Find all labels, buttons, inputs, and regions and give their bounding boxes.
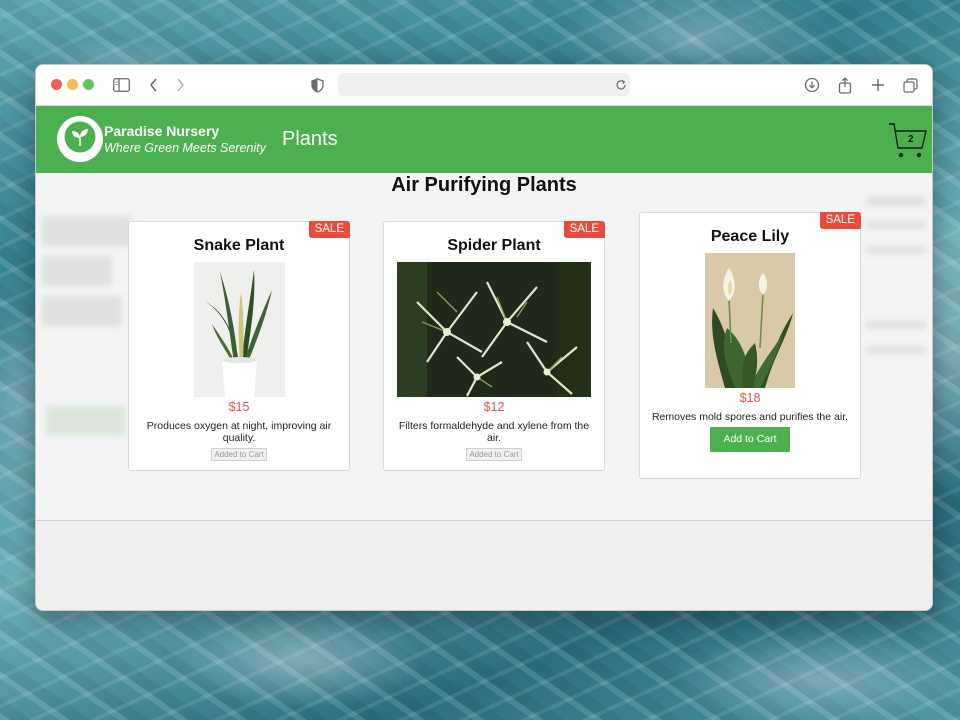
product-name: Snake Plant bbox=[193, 237, 285, 254]
added-to-cart-button[interactable]: Added to Cart bbox=[211, 448, 267, 461]
forward-icon[interactable] bbox=[170, 75, 190, 95]
cart-count-badge: 2 bbox=[908, 134, 914, 145]
product-price: $15 bbox=[228, 400, 250, 414]
peace-lily-image bbox=[705, 253, 795, 388]
logo[interactable] bbox=[57, 116, 103, 162]
product-description: Produces oxygen at night, improving air … bbox=[146, 420, 332, 444]
address-bar[interactable] bbox=[338, 73, 630, 96]
web-page: Paradise Nursery Where Green Meets Seren… bbox=[36, 106, 932, 610]
reload-icon[interactable] bbox=[611, 75, 631, 95]
category-heading: Air Purifying Plants bbox=[391, 174, 577, 196]
zoom-window-button[interactable] bbox=[83, 79, 94, 90]
new-tab-icon[interactable] bbox=[868, 75, 888, 95]
added-to-cart-button[interactable]: Added to Cart bbox=[466, 448, 522, 461]
brand-name[interactable]: Paradise Nursery bbox=[104, 123, 219, 139]
product-price: $18 bbox=[739, 391, 761, 405]
product-card-snake-plant: SALE Snake Plant $15 Produces oxygen at … bbox=[128, 221, 350, 471]
sale-badge: SALE bbox=[308, 221, 350, 238]
faded-text-block bbox=[866, 221, 926, 229]
spider-plant-image bbox=[397, 262, 591, 397]
product-price: $12 bbox=[483, 400, 505, 414]
browser-toolbar bbox=[36, 65, 932, 106]
product-description: Filters formaldehyde and xylene from the… bbox=[398, 420, 590, 444]
back-icon[interactable] bbox=[144, 75, 164, 95]
privacy-shield-icon[interactable] bbox=[307, 75, 327, 95]
faded-button-block bbox=[46, 406, 126, 436]
sidebar-toggle-icon[interactable] bbox=[111, 75, 131, 95]
sprout-logo-icon bbox=[63, 120, 97, 159]
browser-window: Paradise Nursery Where Green Meets Seren… bbox=[35, 64, 933, 611]
faded-heading-block bbox=[42, 256, 112, 286]
faded-heading-block bbox=[42, 296, 122, 326]
sale-badge: SALE bbox=[563, 221, 605, 238]
share-icon[interactable] bbox=[835, 75, 855, 95]
faded-heading-block bbox=[42, 216, 132, 246]
product-description: Removes mold spores and purifies the air… bbox=[651, 411, 849, 423]
product-card-spider-plant: SALE Spider Plant $12 Filters formaldehy… bbox=[383, 221, 605, 471]
faded-text-block bbox=[866, 246, 926, 254]
page-footer-area bbox=[36, 520, 932, 610]
nav-link-plants[interactable]: Plants bbox=[282, 128, 338, 151]
minimize-window-button[interactable] bbox=[67, 79, 78, 90]
product-card-peace-lily: SALE Peace Lily $18 Removes mold spores … bbox=[639, 212, 861, 479]
brand-tagline: Where Green Meets Serenity bbox=[104, 141, 266, 155]
site-navbar: Paradise Nursery Where Green Meets Seren… bbox=[36, 106, 932, 173]
snake-plant-image bbox=[193, 262, 285, 397]
sale-badge: SALE bbox=[819, 212, 861, 229]
add-to-cart-button[interactable]: Add to Cart bbox=[710, 427, 790, 452]
product-name: Spider Plant bbox=[447, 237, 541, 254]
product-name: Peace Lily bbox=[710, 228, 790, 245]
cart-button[interactable]: 2 bbox=[888, 122, 928, 160]
faded-text-block bbox=[866, 346, 926, 354]
tab-overview-icon[interactable] bbox=[900, 75, 920, 95]
shopping-cart-icon bbox=[888, 123, 928, 164]
close-window-button[interactable] bbox=[51, 79, 62, 90]
faded-text-block bbox=[866, 196, 926, 206]
faded-text-block bbox=[866, 321, 926, 329]
downloads-icon[interactable] bbox=[802, 75, 822, 95]
